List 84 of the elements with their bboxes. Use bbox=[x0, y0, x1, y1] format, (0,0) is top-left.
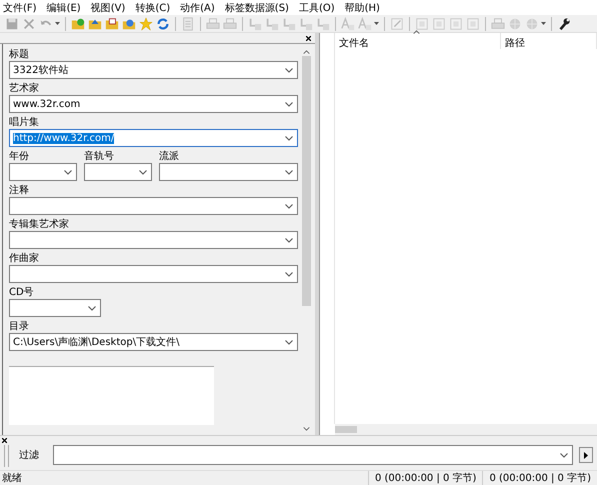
printer-icon bbox=[206, 16, 220, 30]
letters-icon bbox=[358, 16, 372, 30]
play-icon bbox=[584, 452, 588, 458]
convert-icon bbox=[282, 16, 296, 30]
chevron-icon bbox=[64, 170, 72, 174]
chevron-icon bbox=[285, 102, 293, 106]
field-label: 注释 bbox=[9, 184, 30, 195]
menu-item[interactable]: 视图(V) bbox=[90, 0, 126, 14]
column-header[interactable]: 文件名 bbox=[335, 33, 501, 49]
field-label: CD号 bbox=[9, 286, 35, 297]
play-button[interactable] bbox=[579, 447, 593, 463]
menu-item[interactable]: 转换(C) bbox=[135, 0, 170, 14]
filter-label: 过滤 bbox=[19, 448, 40, 462]
filter-field[interactable] bbox=[53, 445, 573, 465]
edit-icon bbox=[390, 16, 404, 30]
chevron-icon bbox=[285, 238, 293, 242]
globe-icon bbox=[525, 16, 539, 30]
combo-field[interactable]: 3322软件站 bbox=[9, 61, 298, 79]
field-label: 音轨号 bbox=[84, 150, 115, 161]
scroll-up-icon[interactable] bbox=[302, 50, 310, 54]
refresh-icon bbox=[156, 16, 170, 30]
letters-icon bbox=[341, 16, 355, 30]
total-info: 0 (00:00:00 | 0 字节) bbox=[482, 471, 597, 485]
chevron-icon bbox=[285, 136, 293, 140]
export-icon bbox=[466, 16, 480, 30]
menu-item[interactable]: 工具(O) bbox=[298, 0, 335, 14]
menu-item[interactable]: 文件(F) bbox=[3, 0, 37, 14]
chevron-icon bbox=[139, 170, 147, 174]
combo-field[interactable]: www.32r.com bbox=[9, 95, 298, 113]
field-label: 目录 bbox=[9, 320, 30, 331]
combo-field[interactable] bbox=[9, 299, 101, 317]
chevron-icon bbox=[560, 452, 568, 458]
combo-field[interactable] bbox=[84, 163, 152, 181]
export-icon bbox=[449, 16, 463, 30]
sort-icon bbox=[413, 30, 420, 34]
star-icon bbox=[139, 16, 153, 30]
combo-field[interactable] bbox=[9, 163, 77, 181]
export-icon bbox=[415, 16, 429, 30]
chevron-icon bbox=[285, 204, 293, 208]
save-icon bbox=[5, 16, 19, 30]
combo-field[interactable] bbox=[9, 197, 298, 215]
field-label: 艺术家 bbox=[9, 82, 40, 93]
printer-icon bbox=[491, 16, 505, 30]
combo-field[interactable] bbox=[9, 265, 298, 283]
field-label: 标题 bbox=[9, 48, 30, 59]
combo-field[interactable] bbox=[9, 231, 298, 249]
menu-item[interactable]: 帮助(H) bbox=[344, 0, 380, 14]
folder-icon bbox=[105, 16, 119, 30]
status-text: 就绪 bbox=[2, 472, 22, 485]
delete-icon bbox=[22, 16, 36, 30]
toolbar-button[interactable] bbox=[104, 16, 120, 32]
close-icon[interactable] bbox=[306, 36, 311, 40]
convert-icon bbox=[265, 16, 279, 30]
selection-info: 0 (00:00:00 | 0 字节) bbox=[368, 471, 482, 485]
folder-icon bbox=[71, 16, 85, 30]
menu-item[interactable]: 编辑(E) bbox=[46, 0, 81, 14]
close-icon[interactable] bbox=[2, 438, 7, 443]
chevron-icon bbox=[285, 68, 293, 72]
settings-icon bbox=[557, 16, 571, 30]
convert-icon bbox=[299, 16, 313, 30]
combo-field[interactable]: C:\Users\声临渊\Desktop\下载文件\ bbox=[9, 333, 298, 351]
field-label: 作曲家 bbox=[9, 252, 40, 263]
field-label: 流派 bbox=[159, 150, 180, 161]
export-icon bbox=[432, 16, 446, 30]
printer-icon bbox=[223, 16, 237, 30]
combo-field[interactable] bbox=[159, 163, 298, 181]
globe-icon bbox=[508, 16, 522, 30]
convert-icon bbox=[316, 16, 330, 30]
folder-icon bbox=[122, 16, 136, 30]
scrollbar[interactable] bbox=[335, 424, 597, 435]
column-header[interactable]: 路径 bbox=[501, 33, 597, 49]
chevron-icon bbox=[285, 340, 293, 344]
field-label: 唱片集 bbox=[9, 116, 40, 127]
menu-item[interactable]: 动作(A) bbox=[180, 0, 215, 14]
convert-icon bbox=[248, 16, 262, 30]
menu-item[interactable]: 标签数据源(S) bbox=[224, 0, 289, 14]
document-icon bbox=[181, 16, 195, 30]
scroll-down-icon[interactable] bbox=[302, 427, 310, 431]
field-label: 专辑集艺术家 bbox=[9, 218, 70, 229]
chevron-icon bbox=[285, 170, 293, 174]
field-label: 年份 bbox=[9, 150, 30, 161]
combo-field[interactable]: http://www.32r.com/ bbox=[9, 129, 298, 147]
chevron-icon bbox=[88, 306, 96, 310]
chevron-icon bbox=[285, 272, 293, 276]
